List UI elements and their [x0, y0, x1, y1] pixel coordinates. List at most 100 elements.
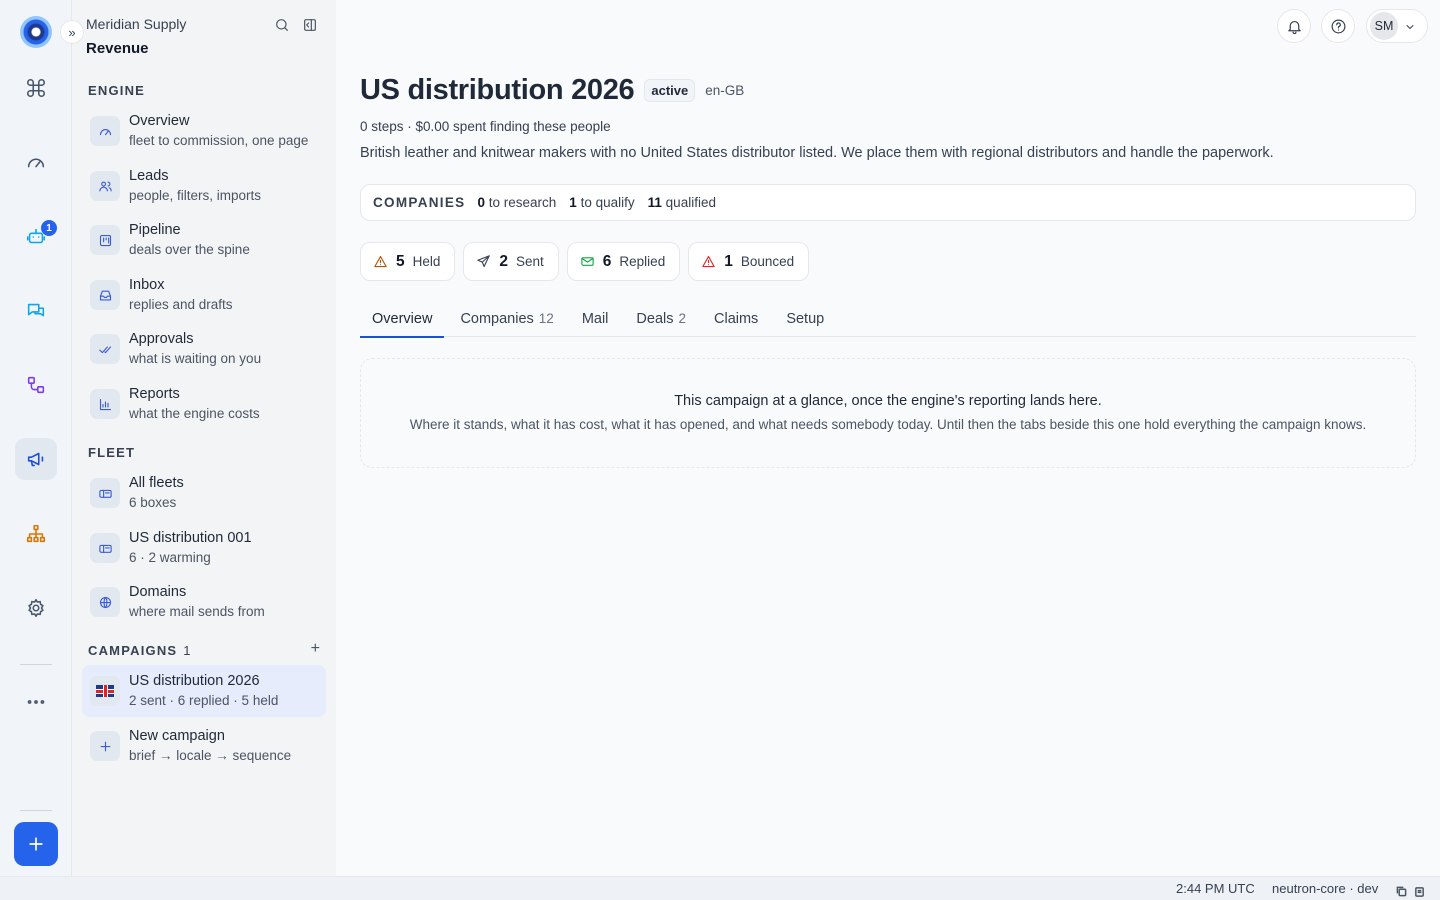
- sidebar-item-title: All fleets: [129, 475, 184, 491]
- locale-label: en-GB: [705, 83, 745, 98]
- tab-deals[interactable]: Deals 2: [624, 300, 698, 337]
- tab-overview[interactable]: Overview: [360, 300, 445, 338]
- clipboard-icon[interactable]: [1414, 884, 1425, 897]
- command-icon[interactable]: [15, 67, 57, 109]
- to-qualify-count[interactable]: 1 to qualify: [569, 195, 634, 210]
- dashboard-gauge-icon[interactable]: [15, 141, 57, 183]
- org-name[interactable]: Meridian Supply: [86, 16, 186, 32]
- status-bar: 2:44 PM UTC neutron-core · dev: [0, 876, 1440, 900]
- sidebar-item-us-distribution-001[interactable]: US distribution 001 6 · 2 warming: [82, 523, 326, 573]
- more-ellipsis-icon[interactable]: [15, 681, 57, 723]
- sidebar-item-campaign-us-distribution-2026[interactable]: US distribution 2026 2 sent · 6 replied ·…: [82, 665, 326, 717]
- tab-setup[interactable]: Setup: [774, 300, 836, 337]
- plus-icon: [29, 837, 43, 851]
- tab-label: Overview: [372, 310, 433, 327]
- avatar: SM: [1370, 12, 1398, 40]
- agents-badge: 1: [41, 220, 57, 236]
- mail-stats: 5 Held 2 Sent 6 Replied 1 Bounced: [360, 242, 810, 281]
- plus-icon: [90, 731, 120, 761]
- fleet-section-label: FLEET: [88, 445, 136, 460]
- sidebar-item-title: Pipeline: [129, 222, 181, 238]
- agents-robot-icon[interactable]: 1: [15, 216, 57, 258]
- campaigns-megaphone-icon[interactable]: [15, 438, 57, 480]
- tab-label: Claims: [714, 310, 759, 327]
- bounced-count: 1: [724, 252, 733, 270]
- sidebar-item-overview[interactable]: Overview fleet to commission, one page: [82, 106, 326, 156]
- campaign-description: British leather and knitwear makers with…: [360, 145, 1274, 161]
- tab-companies[interactable]: Companies 12: [448, 300, 565, 337]
- sidebar-item-subtitle: 6 boxes: [129, 495, 177, 510]
- environment-label: neutron-core · dev: [1272, 881, 1379, 896]
- user-menu[interactable]: SM: [1366, 9, 1428, 43]
- campaign-meta: 0 steps · $0.00 spent finding these peop…: [360, 119, 611, 134]
- workflow-icon[interactable]: [15, 364, 57, 406]
- sidebar-item-approvals[interactable]: Approvals what is waiting on you: [82, 324, 326, 374]
- icon-rail: » 1: [0, 0, 84, 876]
- campaigns-label-text: CAMPAIGNS: [88, 643, 178, 658]
- sidebar-item-domains[interactable]: Domains where mail sends from: [82, 577, 326, 627]
- to-research-label: to research: [488, 195, 557, 210]
- create-button[interactable]: [14, 822, 58, 866]
- users-icon: [90, 171, 120, 201]
- rail-divider: [20, 810, 52, 811]
- sidebar-item-title: US distribution 001: [129, 530, 252, 546]
- sent-label: Sent: [516, 254, 544, 269]
- org-tree-icon[interactable]: [15, 513, 57, 555]
- app-logo[interactable]: [20, 16, 52, 48]
- sidebar-item-subtitle: what is waiting on you: [129, 351, 262, 366]
- collapse-panel-icon[interactable]: [299, 14, 321, 36]
- sidebar-item-subtitle: 6 · 2 warming: [129, 550, 211, 565]
- sidebar-item-all-fleets[interactable]: All fleets 6 boxes: [82, 468, 326, 518]
- placeholder-title: This campaign at a glance, once the engi…: [674, 393, 1102, 409]
- warning-icon: [374, 255, 387, 268]
- sidebar-item-leads[interactable]: Leads people, filters, imports: [82, 161, 326, 211]
- sidebar-item-subtitle: where mail sends from: [129, 604, 265, 619]
- sent-stat[interactable]: 2 Sent: [463, 242, 559, 281]
- chat-icon[interactable]: [15, 290, 57, 332]
- sidebar-item-new-campaign[interactable]: New campaign brief → locale → sequence: [82, 721, 326, 771]
- to-research-number: 0: [477, 195, 485, 210]
- tab-label: Companies: [460, 310, 534, 327]
- copy-icon[interactable]: [1396, 884, 1407, 897]
- campaigns-count: 1: [183, 643, 191, 658]
- qualified-count[interactable]: 11 qualified: [648, 195, 716, 210]
- held-stat[interactable]: 5 Held: [360, 242, 456, 281]
- settings-gear-icon[interactable]: [15, 587, 57, 629]
- rail-divider: [20, 664, 52, 665]
- sidebar-item-subtitle: deals over the spine: [129, 242, 250, 257]
- tab-label: Setup: [786, 310, 825, 327]
- sidebar-item-inbox[interactable]: Inbox replies and drafts: [82, 270, 326, 320]
- sidebar-item-title: Overview: [129, 113, 190, 129]
- main-content: SM US distribution 2026 active en-GB 0 s…: [336, 0, 1440, 876]
- org-section: Revenue: [86, 40, 149, 57]
- campaign-tabs: Overview Companies 12 Mail Deals 2 Claims …: [360, 300, 1416, 338]
- campaigns-section-label: CAMPAIGNS 1: [88, 643, 191, 658]
- replied-count: 6: [602, 252, 612, 270]
- tab-label: Mail: [581, 310, 609, 327]
- tab-mail[interactable]: Mail: [570, 300, 621, 337]
- sidebar-item-title: US distribution 2026: [129, 673, 260, 689]
- title-row: US distribution 2026 active en-GB: [360, 74, 744, 107]
- bounced-stat[interactable]: 1 Bounced: [688, 242, 810, 281]
- sidebar-item-title: Domains: [129, 584, 187, 600]
- expand-sidebar-button[interactable]: »: [60, 20, 84, 44]
- page-title: US distribution 2026: [360, 74, 635, 106]
- engine-section-label: ENGINE: [88, 83, 146, 98]
- tab-claims[interactable]: Claims: [702, 300, 770, 337]
- replied-stat[interactable]: 6 Replied: [566, 242, 681, 281]
- sidebar-item-title: Inbox: [129, 277, 165, 293]
- sidebar-item-pipeline[interactable]: Pipeline deals over the spine: [82, 215, 326, 265]
- sidebar-item-reports[interactable]: Reports what the engine costs: [82, 379, 326, 429]
- to-research-count[interactable]: 0 to research: [477, 195, 556, 210]
- replied-label: Replied: [619, 254, 666, 269]
- search-icon[interactable]: [271, 14, 293, 36]
- sidebar-item-subtitle: fleet to commission, one page: [129, 133, 309, 148]
- companies-summary: COMPANIES 0 to research 1 to qualify 11 …: [360, 184, 1416, 221]
- notifications-bell-icon[interactable]: [1277, 9, 1311, 43]
- help-icon[interactable]: [1321, 9, 1355, 43]
- companies-label: COMPANIES: [373, 195, 466, 210]
- add-campaign-button[interactable]: +: [311, 640, 320, 658]
- sidebar-item-title: Approvals: [129, 331, 194, 347]
- placeholder-text: Where it stands, what it has cost, what …: [409, 417, 1367, 432]
- qualified-number: 11: [647, 195, 662, 210]
